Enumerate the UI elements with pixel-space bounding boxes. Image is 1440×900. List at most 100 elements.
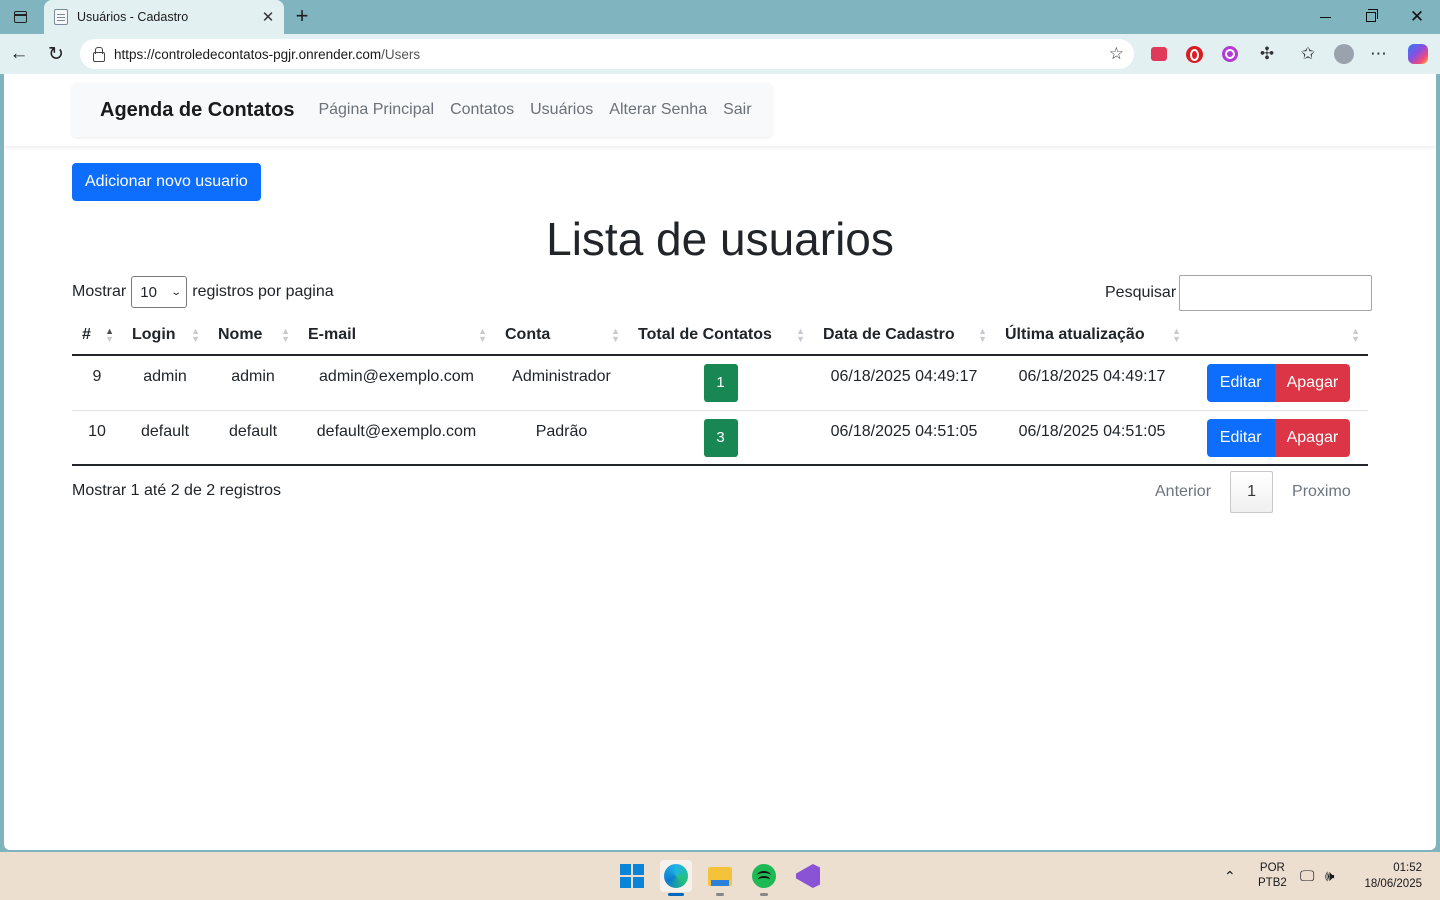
cell-id: 10 [72,410,122,466]
row-actions: Editar Apagar [1206,418,1351,457]
profile-avatar-icon[interactable] [1334,44,1354,64]
extension-purple-icon[interactable] [1222,46,1238,62]
table-row: 9 admin admin admin@exemplo.com Administ… [72,355,1368,411]
tab-actions-icon[interactable] [8,6,32,28]
system-clock[interactable]: 01:52 18/06/2025 [1356,852,1422,900]
input-language-indicator[interactable]: POR PTB2 [1258,852,1287,900]
column-header-label: # [82,325,91,343]
cell-atualizacao: 06/18/2025 04:51:05 [995,410,1189,466]
contacts-count-badge[interactable]: 3 [703,418,738,457]
window-close-icon[interactable]: ✕ [1394,0,1440,34]
sort-icon: ▲ ▼ [796,326,805,344]
nav-link-users[interactable]: Usuários [530,101,593,119]
sort-icon: ▲ ▼ [478,326,487,344]
cell-total: 3 [628,410,813,466]
browser-tabbar: Usuários - Cadastro ✕ + ✕ [0,0,1440,34]
cell-atualizacao: 06/18/2025 04:49:17 [995,355,1189,411]
column-header-actions[interactable]: ▲ ▼ [1189,315,1368,356]
network-monitor-icon[interactable]: 🖵 [1300,852,1314,900]
volume-speaker-icon[interactable]: 🕪 [1325,852,1334,900]
window-minimize-icon[interactable] [1302,0,1348,34]
windows-start-icon[interactable] [616,860,648,892]
delete-button[interactable]: Apagar [1274,364,1351,402]
column-header-cadastro[interactable]: Data de Cadastro ▲ ▼ [813,315,995,356]
column-header-label: E-mail [308,325,357,343]
search-input[interactable] [1179,275,1373,311]
page-viewport: Agenda de Contatos Página Principal Cont… [4,74,1436,850]
reload-icon[interactable]: ↻ [45,43,67,65]
sort-asc-icon: ▲ ▼ [105,326,114,344]
extension-bookmark-icon[interactable] [1151,47,1167,61]
sort-icon: ▲ ▼ [978,326,987,344]
nav-link-change-password[interactable]: Alterar Senha [609,101,707,119]
delete-button[interactable]: Apagar [1274,418,1351,457]
more-menu-icon[interactable]: ⋯ [1369,44,1389,64]
column-header-email[interactable]: E-mail ▲ ▼ [298,315,495,356]
column-header-id[interactable]: # ▲ ▼ [72,315,122,356]
visual-studio-icon[interactable] [792,860,824,892]
sort-icon: ▲ ▼ [1351,326,1360,344]
clock-time: 01:52 [1393,862,1422,874]
browser-tab-active[interactable]: Usuários - Cadastro ✕ [44,0,284,34]
cell-nome: default [208,410,298,466]
url-path: /Users [381,46,421,62]
edit-button[interactable]: Editar [1206,364,1275,402]
address-url: https://controledecontatos-pgjr.onrender… [114,47,1109,62]
cell-id: 9 [72,355,122,411]
site-info-lock-icon[interactable] [92,47,105,62]
length-suffix-label: registros por pagina [192,283,334,300]
edge-browser-icon[interactable] [660,860,692,896]
add-user-button[interactable]: Adicionar novo usuario [72,163,261,201]
navbar-brand[interactable]: Agenda de Contatos [100,99,294,122]
cell-actions: Editar Apagar [1189,410,1368,466]
extension-opera-icon[interactable] [1186,46,1203,63]
copilot-icon[interactable] [1408,44,1428,64]
nav-link-home[interactable]: Página Principal [318,101,434,119]
address-bar[interactable]: https://controledecontatos-pgjr.onrender… [80,39,1134,69]
new-tab-icon[interactable]: + [290,3,314,29]
page-length-select[interactable]: 10 ⌄ [131,276,188,308]
contacts-count-badge[interactable]: 1 [703,364,738,402]
edit-button[interactable]: Editar [1206,418,1275,457]
sort-icon: ▲ ▼ [611,326,620,344]
tab-title: Usuários - Cadastro [77,10,189,24]
back-arrow-icon[interactable]: ← [8,43,30,65]
sort-icon: ▲ ▼ [191,326,200,344]
column-header-label: Total de Contatos [638,325,772,343]
column-header-label: Conta [505,325,551,343]
page-title: Lista de usuarios [546,213,894,265]
spotify-icon[interactable] [748,860,780,896]
column-header-nome[interactable]: Nome ▲ ▼ [208,315,298,356]
nav-link-logout[interactable]: Sair [723,101,751,119]
keyboard-layout: PTB2 [1258,877,1287,889]
favorites-icon[interactable]: ✩ [1298,44,1318,64]
pagination-next[interactable]: Proximo [1281,483,1362,501]
column-header-login[interactable]: Login ▲ ▼ [122,315,208,356]
column-header-atualizacao[interactable]: Última atualização ▲ ▼ [995,315,1189,356]
pagination-page-current[interactable]: 1 [1230,471,1274,513]
window-restore-icon[interactable] [1348,0,1394,34]
page-length-value: 10 [140,283,157,301]
table-search: Pesquisar [1105,275,1373,311]
file-explorer-icon[interactable] [704,860,736,896]
column-header-label: Data de Cadastro [823,325,955,343]
cell-login: admin [122,355,208,411]
extensions-puzzle-icon[interactable]: ✣ [1257,44,1277,64]
column-header-total[interactable]: Total de Contatos ▲ ▼ [628,315,813,356]
search-label: Pesquisar [1105,284,1177,301]
favorite-star-icon[interactable]: ☆ [1109,44,1124,64]
cell-login: default [122,410,208,466]
cell-conta: Administrador [495,355,628,411]
page-header: Agenda de Contatos Página Principal Cont… [4,74,1436,146]
cell-cadastro: 06/18/2025 04:51:05 [813,410,995,466]
page-length-control: Mostrar 10 ⌄ registros por pagina [72,275,334,309]
tray-chevron-up-icon[interactable]: ⌃ [1224,852,1236,900]
cell-conta: Padrão [495,410,628,466]
nav-link-contacts[interactable]: Contatos [450,101,514,119]
cell-email: admin@exemplo.com [298,355,495,411]
lang-code: POR [1259,862,1285,874]
pagination-previous[interactable]: Anterior [1144,483,1222,501]
tab-close-icon[interactable]: ✕ [260,8,276,26]
users-table: # ▲ ▼ Login ▲ ▼ Nome ▲ ▼ E-mail ▲ ▼ Conta ▲ ▼ Tota… [72,315,1368,466]
column-header-conta[interactable]: Conta ▲ ▼ [495,315,628,356]
